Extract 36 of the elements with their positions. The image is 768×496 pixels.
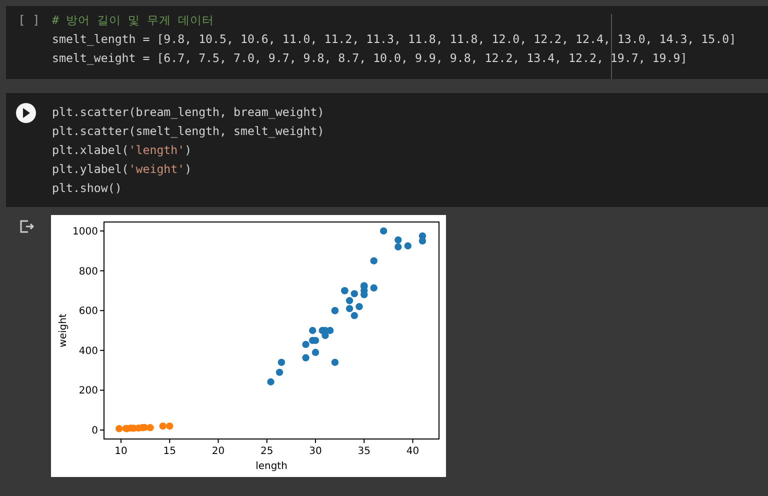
x-tick-label: 30	[309, 446, 322, 457]
y-tick: 200	[78, 386, 104, 397]
x-tick: 10	[114, 438, 128, 457]
y-tick-label: 200	[78, 386, 98, 397]
x-axis-label: length	[256, 461, 288, 472]
x-tick: 25	[260, 438, 274, 457]
y-tick: 800	[78, 266, 104, 278]
code-line: smelt_length = [9.8, 10.5, 10.6, 11.0, 11.2, 11.3, 11.8, 11.8, 12.0, 12.2, 12.4, 13.0, 14.3, 15.0]	[52, 31, 736, 48]
code-line: plt.scatter(bream_length, bream_weight)	[52, 104, 324, 121]
x-tick-label: 40	[406, 446, 420, 457]
code-line: plt.scatter(smelt_length, smelt_weight)	[52, 123, 324, 140]
x-tick-label: 20	[212, 446, 225, 457]
y-tick: 600	[78, 306, 104, 318]
y-tick: 400	[78, 346, 104, 357]
code-line: plt.ylabel('weight')	[52, 161, 193, 178]
y-tick-label: 400	[78, 346, 98, 357]
x-tick: 15	[163, 438, 176, 457]
x-tick-label: 15	[163, 446, 176, 457]
x-tick-label: 10	[114, 446, 128, 457]
code-line: # 방어 길이 및 무게 데이터	[52, 12, 215, 29]
x-tick: 40	[406, 438, 420, 457]
x-tick-label: 35	[358, 446, 370, 457]
code-line: plt.show()	[52, 180, 123, 197]
x-tick: 30	[309, 438, 322, 457]
code-line: plt.xlabel('length')	[52, 142, 193, 159]
y-tick-label: 800	[78, 266, 98, 278]
code-line: smelt_weight = [6.7, 7.5, 7.0, 9.7, 9.8, 8.7, 10.0, 9.9, 9.8, 12.2, 13.4, 12.2, 19.7, 19.9]	[52, 50, 688, 67]
y-tick-label: 0	[92, 426, 98, 437]
y-tick: 1000	[72, 226, 104, 238]
y-tick: 0	[92, 426, 104, 437]
x-tick: 35	[358, 438, 370, 457]
y-tick-label: 600	[78, 306, 98, 318]
y-axis-label: weight	[58, 314, 69, 348]
x-tick: 20	[212, 438, 225, 457]
y-tick-label: 1000	[72, 226, 98, 238]
x-tick-label: 25	[260, 446, 274, 457]
